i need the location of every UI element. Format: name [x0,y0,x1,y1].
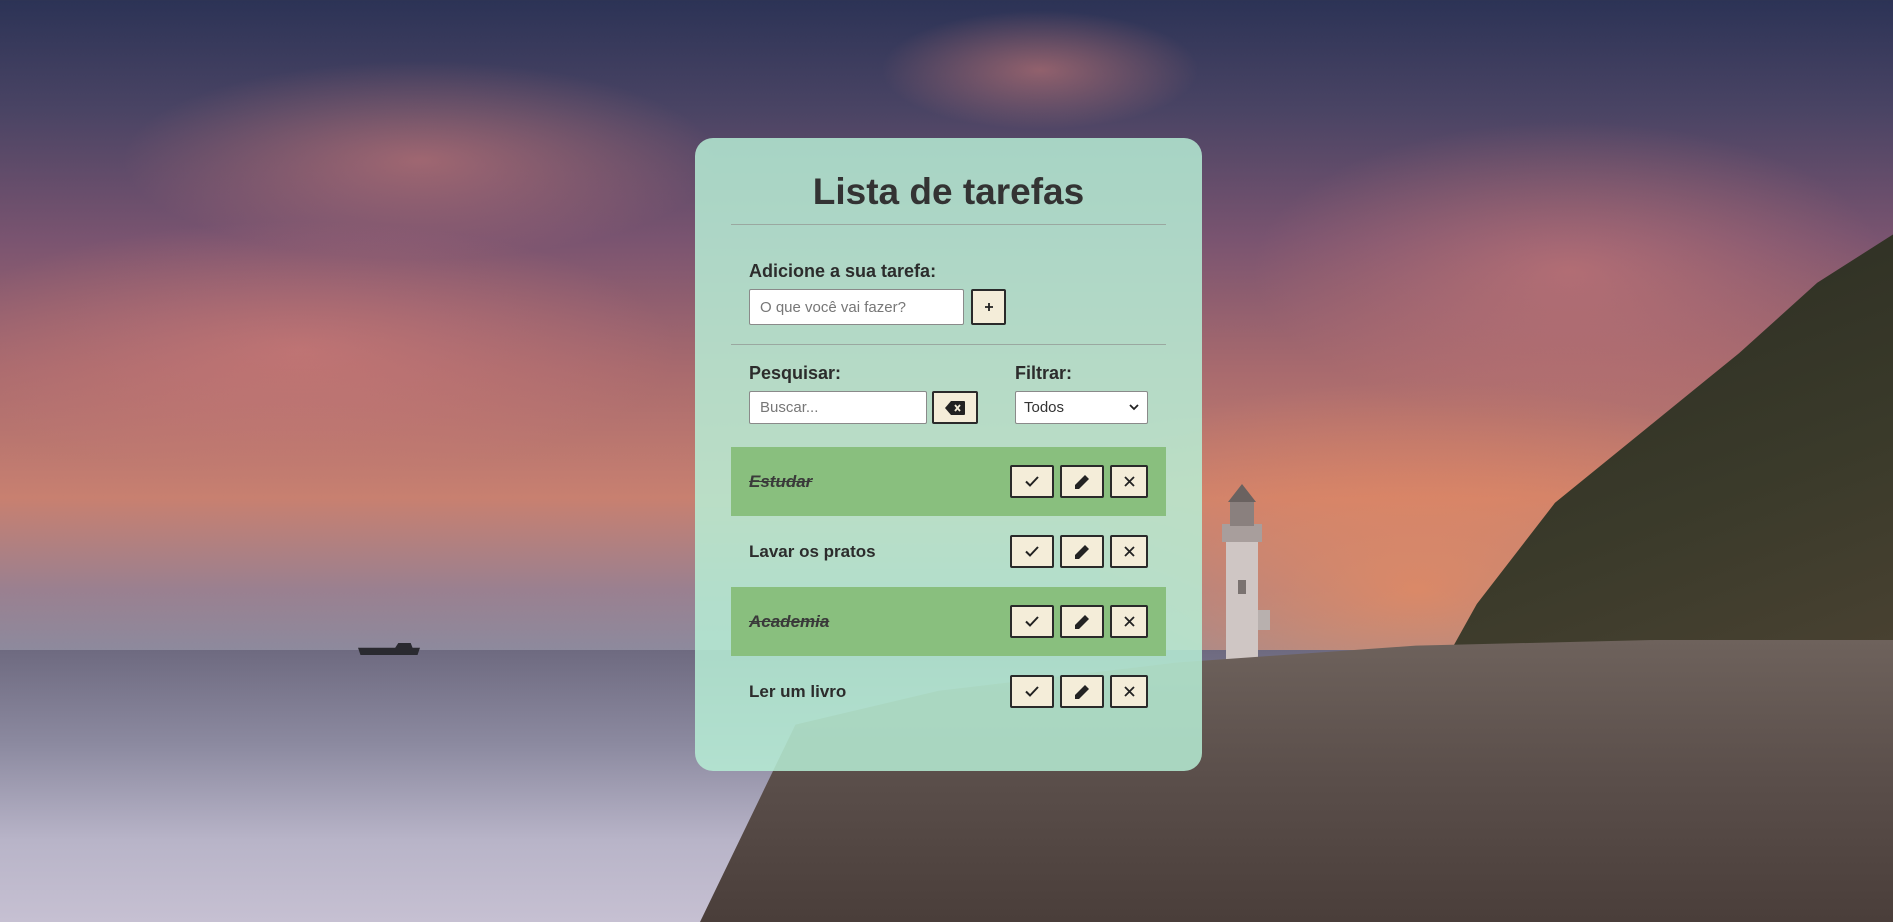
horizon-glow [1100,380,1893,680]
cloud [880,10,1200,130]
todo-text: Estudar [749,471,813,491]
add-todo-label: Adicione a sua tarefa: [749,261,937,281]
lighthouse [1212,480,1272,675]
filter-select[interactable]: Todos [1015,391,1148,424]
delete-button[interactable] [1110,675,1148,708]
plus-icon [984,302,994,312]
todo-item: Ler um livro [731,657,1166,726]
chevron-down-icon [1129,404,1139,411]
clear-search-button[interactable] [932,391,978,424]
close-icon [1123,686,1135,697]
edit-button[interactable] [1060,465,1104,498]
check-icon [1025,546,1039,557]
add-todo-input[interactable] [749,289,964,325]
delete-button[interactable] [1110,465,1148,498]
pencil-icon [1074,474,1090,490]
todo-item: Academia [731,587,1166,656]
close-icon [1123,476,1135,487]
complete-button[interactable] [1010,675,1054,708]
check-icon [1025,616,1039,627]
filter-label: Filtrar: [1015,363,1073,383]
cloud [0,220,680,480]
add-todo-form: Adicione a sua tarefa: [731,225,1166,344]
search-group: Pesquisar: [749,363,978,447]
edit-button[interactable] [1060,535,1104,568]
pencil-icon [1074,614,1090,630]
filter-group: Filtrar: Todos [1015,363,1148,447]
erase-icon [945,400,965,415]
todo-text: Lavar os pratos [749,541,876,561]
close-icon [1123,546,1135,557]
delete-button[interactable] [1110,605,1148,638]
ship-silhouette [358,643,420,655]
complete-button[interactable] [1010,535,1054,568]
check-icon [1025,476,1039,487]
cloud [120,60,720,260]
complete-button[interactable] [1010,465,1054,498]
page-title: Lista de tarefas [812,171,1085,212]
todo-text: Ler um livro [749,681,847,701]
toolbar: Pesquisar: Filtrar: Todos [731,345,1166,447]
delete-button[interactable] [1110,535,1148,568]
cloud [1250,120,1890,420]
pencil-icon [1074,544,1090,560]
check-icon [1025,686,1039,697]
search-label: Pesquisar: [749,363,842,383]
pencil-icon [1074,684,1090,700]
search-input[interactable] [749,391,927,424]
todo-list: Estudar Lavar os pratos Academia Ler um … [731,447,1166,726]
close-icon [1123,616,1135,627]
edit-button[interactable] [1060,675,1104,708]
todo-text: Academia [749,611,830,631]
add-todo-button[interactable] [971,289,1006,325]
todo-card: Lista de tarefas Adicione a sua tarefa: … [695,138,1202,771]
edit-button[interactable] [1060,605,1104,638]
todo-item: Estudar [731,447,1166,516]
hillside [1440,230,1893,670]
filter-selected-value: Todos [1024,399,1065,416]
todo-item: Lavar os pratos [731,517,1166,586]
complete-button[interactable] [1010,605,1054,638]
